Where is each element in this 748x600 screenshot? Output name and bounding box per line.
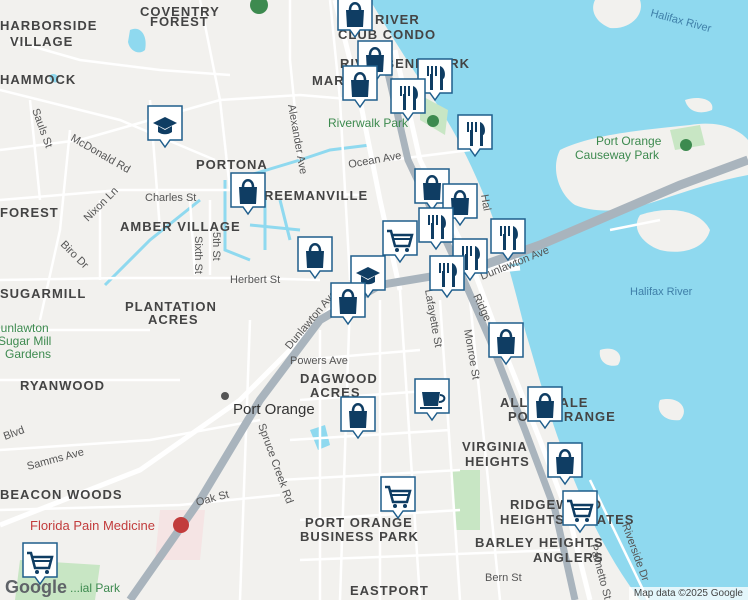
hospital-marker [173, 517, 189, 533]
label-plantation-acres: ACRES [148, 312, 199, 327]
street-powers: Powers Ave [290, 355, 348, 367]
park-label-sugarmill-2: Sugar Mill [0, 334, 51, 348]
poi-florida-pain: Florida Pain Medicine [30, 518, 155, 533]
park-label-sugarmill-3: Gardens [5, 347, 51, 361]
label-portona: PORTONA [196, 157, 268, 172]
google-logo: Google [5, 577, 67, 597]
street-herbert: Herbert St [230, 274, 280, 286]
park-label-sugarmill-1: Dunlawton [0, 321, 49, 335]
label-freemanville: FREEMANVILLE [255, 188, 368, 203]
label-forest: FOREST [0, 205, 59, 220]
label-dagwood: DAGWOOD [300, 371, 378, 386]
label-beacon-woods: BEACON WOODS [0, 487, 123, 502]
label-ryanwood: RYANWOOD [20, 378, 105, 393]
label-hammock: HAMMOCK [0, 72, 76, 87]
city-dot [221, 392, 229, 400]
park-label-riverwalk: Riverwalk Park [328, 116, 409, 130]
label-forest-north: FOREST [150, 14, 209, 29]
label-virginia-heights: HEIGHTS [465, 454, 530, 469]
label-virginia: VIRGINIA [462, 439, 528, 454]
label-business-park: BUSINESS PARK [300, 529, 419, 544]
label-river: RIVER [375, 12, 420, 27]
label-barley-heights: BARLEY HEIGHTS [475, 535, 604, 550]
park-label-memorial: ...ial Park [70, 581, 121, 595]
park-label-causeway-2: Causeway Park [575, 148, 660, 162]
street-bern: Bern St [485, 572, 522, 584]
label-harborside: HARBORSIDE [0, 18, 97, 33]
water-label-south: Halifax River [630, 286, 693, 298]
park-label-causeway-1: Port Orange [596, 134, 662, 148]
label-eastport: EASTPORT [350, 583, 429, 598]
park-marker-riverwalk [427, 115, 439, 127]
label-sugarmill: SUGARMILL [0, 286, 86, 301]
street-charles: Charles St [145, 192, 196, 204]
map-attribution[interactable]: Map data ©2025 Google [628, 587, 748, 600]
street-fifth: 5th St [210, 232, 222, 261]
label-harborside-village: VILLAGE [10, 34, 73, 49]
city-label: Port Orange [233, 401, 315, 418]
street-sixth: Sixth St [192, 236, 204, 274]
park-marker-causeway [680, 139, 692, 151]
map-canvas[interactable]: COVENTRY FOREST HARBORSIDE VILLAGE HAMMO… [0, 0, 748, 600]
